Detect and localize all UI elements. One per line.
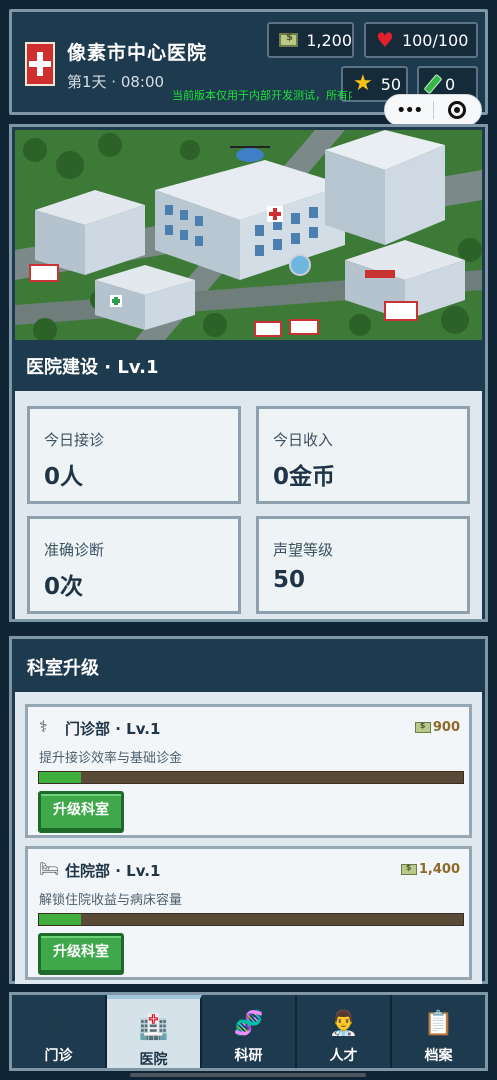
hospital-stats: 今日接诊 0人 今日收入 0金币 准确诊断 0次 声望等级 50 — [15, 391, 482, 619]
stat-today-income: 今日收入 0金币 — [256, 406, 470, 504]
stat-label: 声望等级 — [273, 541, 334, 559]
stat-accurate-diagnosis: 准确诊断 0次 — [27, 516, 241, 614]
clipboard-icon: 📋 — [423, 1009, 454, 1037]
stat-today-patients: 今日接诊 0人 — [27, 406, 241, 504]
health-value: 100/100 — [401, 30, 469, 50]
department-card-title: 科室升级 — [27, 658, 99, 679]
progress-bar — [38, 913, 464, 926]
upgrade-cost: 900 — [414, 720, 460, 735]
stat-value: 0次 — [44, 574, 84, 600]
department-item-inpatient: 🛏 住院部 · Lv.1 1,400 解锁住院收益与病床容量 升级科室 — [25, 846, 472, 980]
upgrade-button[interactable]: 升级科室 — [38, 791, 124, 833]
star-icon: ★ — [353, 71, 373, 96]
department-upgrade-card: 科室升级 ⚕ 门诊部 · Lv.1 900 提升接诊效率与基础诊金 升级科室 🛏… — [9, 636, 488, 984]
hospital-icon: 🏥 — [138, 1013, 169, 1041]
nav-tab-hospital[interactable]: 🏥 医院 — [107, 995, 202, 1068]
stat-label: 今日收入 — [273, 431, 334, 449]
upgrade-cost: 1,400 — [400, 862, 460, 877]
nav-tab-research[interactable]: 🧬 科研 — [202, 995, 297, 1068]
hospital-cross-icon — [25, 42, 55, 86]
nav-label: 人才 — [329, 1048, 358, 1064]
dev-notice: 当前版本仅用于内部开发测试，所有内容均不面向用户 — [172, 89, 352, 102]
department-description: 解锁住院收益与病床容量 — [39, 893, 183, 908]
close-button[interactable] — [433, 101, 481, 119]
hospital-scene-image — [15, 130, 482, 340]
bed-icon: 🛏 — [39, 859, 60, 878]
stat-value: 0人 — [44, 464, 84, 490]
stat-reputation-level: 声望等级 50 — [256, 516, 470, 614]
cash-icon — [414, 721, 431, 733]
upgrade-button[interactable]: 升级科室 — [38, 933, 124, 975]
stat-label: 准确诊断 — [44, 541, 105, 559]
nav-tab-outpatient[interactable]: ⚕ 门诊 — [12, 995, 107, 1068]
stat-value: 0金币 — [273, 464, 336, 490]
target-icon — [448, 101, 467, 119]
nav-tab-archive[interactable]: 📋 档案 — [392, 995, 485, 1068]
department-list: ⚕ 门诊部 · Lv.1 900 提升接诊效率与基础诊金 升级科室 🛏 住院部 … — [15, 692, 482, 984]
cash-icon — [400, 863, 417, 875]
star-value: 50 — [380, 74, 402, 94]
cash-stat[interactable]: 1,200 — [267, 22, 354, 58]
bottom-nav: ⚕ 门诊 🏥 医院 🧬 科研 👨‍⚕️ 人才 📋 档案 — [9, 992, 488, 1071]
cash-icon — [279, 32, 299, 47]
department-name: 住院部 · Lv.1 — [65, 862, 161, 880]
stat-value: 50 — [273, 567, 306, 593]
hospital-name: 像素市中心医院 — [67, 42, 208, 64]
nav-label: 科研 — [234, 1048, 263, 1064]
nav-tab-talent[interactable]: 👨‍⚕️ 人才 — [297, 995, 392, 1068]
department-name: 门诊部 · Lv.1 — [65, 720, 161, 738]
home-indicator — [130, 1073, 366, 1077]
mini-program-capsule: ••• — [384, 94, 482, 126]
stethoscope-icon: ⚕ — [39, 717, 48, 736]
hospital-card-title: 医院建设 · Lv.1 — [26, 357, 159, 378]
test-tube-icon — [423, 73, 443, 95]
hospital-card: 医院建设 · Lv.1 今日接诊 0人 今日收入 0金币 准确诊断 0次 声望等… — [9, 124, 488, 622]
dna-icon: 🧬 — [233, 1009, 264, 1037]
cost-value: 1,400 — [418, 862, 460, 877]
cost-value: 900 — [432, 720, 460, 735]
department-description: 提升接诊效率与基础诊金 — [39, 751, 183, 766]
department-item-outpatient: ⚕ 门诊部 · Lv.1 900 提升接诊效率与基础诊金 升级科室 — [25, 704, 472, 838]
doctor-icon: 👨‍⚕️ — [328, 1009, 359, 1037]
health-stat[interactable]: ♥ 100/100 — [364, 22, 478, 58]
stat-label: 今日接诊 — [44, 431, 105, 449]
nav-label: 档案 — [424, 1048, 453, 1064]
stethoscope-icon: ⚕ — [52, 1009, 65, 1037]
cash-value: 1,200 — [306, 30, 352, 50]
progress-bar — [38, 771, 464, 784]
heart-icon: ♥ — [376, 28, 394, 52]
day-time: 第1天 · 08:00 — [67, 73, 165, 91]
nav-label: 医院 — [139, 1052, 168, 1068]
nav-label: 门诊 — [44, 1048, 73, 1064]
research-value: 0 — [445, 74, 456, 94]
more-button[interactable]: ••• — [385, 100, 433, 121]
